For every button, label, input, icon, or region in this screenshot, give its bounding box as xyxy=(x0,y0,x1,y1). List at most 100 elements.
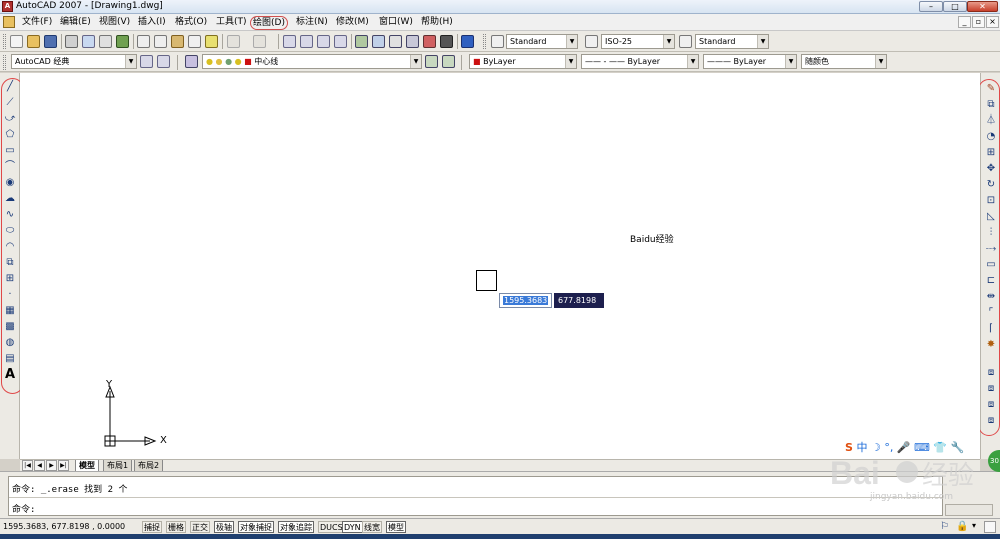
snap-toggle[interactable]: 捕捉 xyxy=(142,521,162,533)
menu-edit[interactable]: 编辑(E) xyxy=(58,16,93,28)
point-icon[interactable]: · xyxy=(4,289,16,301)
workspace-select[interactable]: AutoCAD 经典 ▼ xyxy=(11,54,137,69)
toolbar-grip[interactable] xyxy=(3,55,6,70)
lock-icon[interactable]: 🔒 xyxy=(956,521,968,532)
clean-screen-icon[interactable] xyxy=(984,521,996,533)
table-icon[interactable]: ▤ xyxy=(4,353,16,365)
chevron-down-icon[interactable]: ▾ xyxy=(972,521,976,530)
menu-draw[interactable]: 绘图(D) xyxy=(250,16,288,30)
command-prompt[interactable]: 命令: xyxy=(12,502,35,515)
paste-icon[interactable] xyxy=(171,35,184,48)
redo-icon[interactable] xyxy=(253,35,266,48)
linetype-select[interactable]: —— - —— ByLayer ▼ xyxy=(581,54,699,69)
dyn-toggle[interactable]: DYN xyxy=(342,521,363,533)
move-icon[interactable]: ✥ xyxy=(985,163,997,175)
menu-help[interactable]: 帮助(H) xyxy=(419,16,455,28)
ducs-toggle[interactable]: DUCS xyxy=(318,521,345,533)
model-toggle[interactable]: 模型 xyxy=(386,521,406,533)
text-style-select[interactable]: Standard ▼ xyxy=(506,34,578,49)
spline-icon[interactable]: ∿ xyxy=(4,209,16,221)
send-under-icon[interactable]: ⧈ xyxy=(985,415,997,427)
send-to-back-icon[interactable]: ⧈ xyxy=(985,383,997,395)
grid-toggle[interactable]: 栅格 xyxy=(166,521,186,533)
lineweight-select[interactable]: ——— ByLayer ▼ xyxy=(703,54,797,69)
extend-icon[interactable]: ⤏ xyxy=(985,243,997,255)
make-layer-current-icon[interactable] xyxy=(425,55,438,68)
menu-insert[interactable]: 插入(I) xyxy=(136,16,168,28)
erase-icon[interactable]: ✎ xyxy=(985,83,997,95)
3d-dwf-icon[interactable] xyxy=(116,35,129,48)
arc-icon[interactable]: ⌒ xyxy=(4,161,16,173)
construction-line-icon[interactable]: ⟋ xyxy=(4,97,16,109)
menu-tools[interactable]: 工具(T) xyxy=(214,16,249,28)
plot-icon[interactable] xyxy=(65,35,78,48)
array-icon[interactable]: ⊞ xyxy=(985,147,997,159)
open-icon[interactable] xyxy=(27,35,40,48)
bring-above-icon[interactable]: ⧈ xyxy=(985,399,997,411)
publish-icon[interactable] xyxy=(99,35,112,48)
zoom-realtime-icon[interactable] xyxy=(300,35,313,48)
dynamic-input-x[interactable]: 1595.3683 xyxy=(499,293,552,308)
sheet-set-icon[interactable] xyxy=(406,35,419,48)
dimension-style-select[interactable]: ISO-25 ▼ xyxy=(601,34,675,49)
rotate-icon[interactable]: ↻ xyxy=(985,179,997,191)
drawing-area[interactable]: Y X xyxy=(20,73,980,459)
copy-object-icon[interactable]: ⧉ xyxy=(985,99,997,111)
polyline-icon[interactable]: ⤻ xyxy=(4,113,16,125)
design-center-icon[interactable] xyxy=(372,35,385,48)
chamfer-icon[interactable]: ⌜ xyxy=(985,307,997,319)
plot-preview-icon[interactable] xyxy=(82,35,95,48)
table-style-select[interactable]: Standard ▼ xyxy=(695,34,769,49)
dimension-style-icon[interactable] xyxy=(585,35,598,48)
offset-icon[interactable]: ◔ xyxy=(985,131,997,143)
mirror-icon[interactable]: ⏃ xyxy=(985,115,997,127)
doc-minimize-button[interactable]: _ xyxy=(958,16,971,28)
layer-manager-icon[interactable] xyxy=(185,55,198,68)
properties-icon[interactable] xyxy=(355,35,368,48)
menu-view[interactable]: 视图(V) xyxy=(97,16,132,28)
scale-icon[interactable]: ⊡ xyxy=(985,195,997,207)
stretch-icon[interactable]: ◺ xyxy=(985,211,997,223)
tool-palettes-icon[interactable] xyxy=(389,35,402,48)
new-icon[interactable] xyxy=(10,35,23,48)
menu-window[interactable]: 窗口(W) xyxy=(377,16,415,28)
toolbar-grip[interactable] xyxy=(3,34,6,49)
command-history[interactable]: 命令: _.erase 找到 2 个 命令: xyxy=(8,476,943,516)
document-icon[interactable] xyxy=(3,16,15,28)
menu-dimension[interactable]: 标注(N) xyxy=(294,16,330,28)
coordinate-readout[interactable]: 1595.3683, 677.8198 , 0.0000 xyxy=(3,521,138,533)
copy-icon[interactable] xyxy=(154,35,167,48)
last-tab-button[interactable]: ▶| xyxy=(58,460,69,471)
autocad-app-icon[interactable]: A xyxy=(2,1,13,12)
explode-icon[interactable]: ✸ xyxy=(985,339,997,351)
my-workspace-icon[interactable] xyxy=(157,55,170,68)
save-icon[interactable] xyxy=(44,35,57,48)
make-block-icon[interactable]: ⊞ xyxy=(4,273,16,285)
help-icon[interactable] xyxy=(461,35,474,48)
layer-previous-icon[interactable] xyxy=(442,55,455,68)
lineweight-toggle[interactable]: 线宽 xyxy=(362,521,382,533)
revision-cloud-icon[interactable]: ☁ xyxy=(4,193,16,205)
comm-center-icon[interactable]: ⚐ xyxy=(940,521,949,532)
rectangle-icon[interactable]: ▭ xyxy=(4,145,16,157)
maximize-button[interactable]: □ xyxy=(943,1,967,12)
polygon-icon[interactable]: ⬠ xyxy=(4,129,16,141)
insert-block-icon[interactable]: ⧉ xyxy=(4,257,16,269)
ortho-toggle[interactable]: 正交 xyxy=(190,521,210,533)
doc-restore-button[interactable]: ▫ xyxy=(972,16,985,28)
polar-toggle[interactable]: 极轴 xyxy=(214,521,234,533)
layer-select[interactable]: ● ● ● ● ■ 中心线 ▼ xyxy=(202,54,422,69)
circle-icon[interactable]: ◉ xyxy=(4,177,16,189)
gradient-icon[interactable]: ▩ xyxy=(4,321,16,333)
zoom-previous-icon[interactable] xyxy=(334,35,347,48)
pan-icon[interactable] xyxy=(283,35,296,48)
text-style-icon[interactable] xyxy=(491,35,504,48)
region-icon[interactable]: ◍ xyxy=(4,337,16,349)
multiline-text-icon[interactable]: A xyxy=(4,368,16,381)
menu-file[interactable]: 文件(F) xyxy=(20,16,54,28)
bring-to-front-icon[interactable]: ⧈ xyxy=(985,367,997,379)
fillet-icon[interactable]: ⌈ xyxy=(985,323,997,335)
otrack-toggle[interactable]: 对象追踪 xyxy=(278,521,314,533)
calculator-icon[interactable] xyxy=(440,35,453,48)
workspace-settings-icon[interactable] xyxy=(140,55,153,68)
